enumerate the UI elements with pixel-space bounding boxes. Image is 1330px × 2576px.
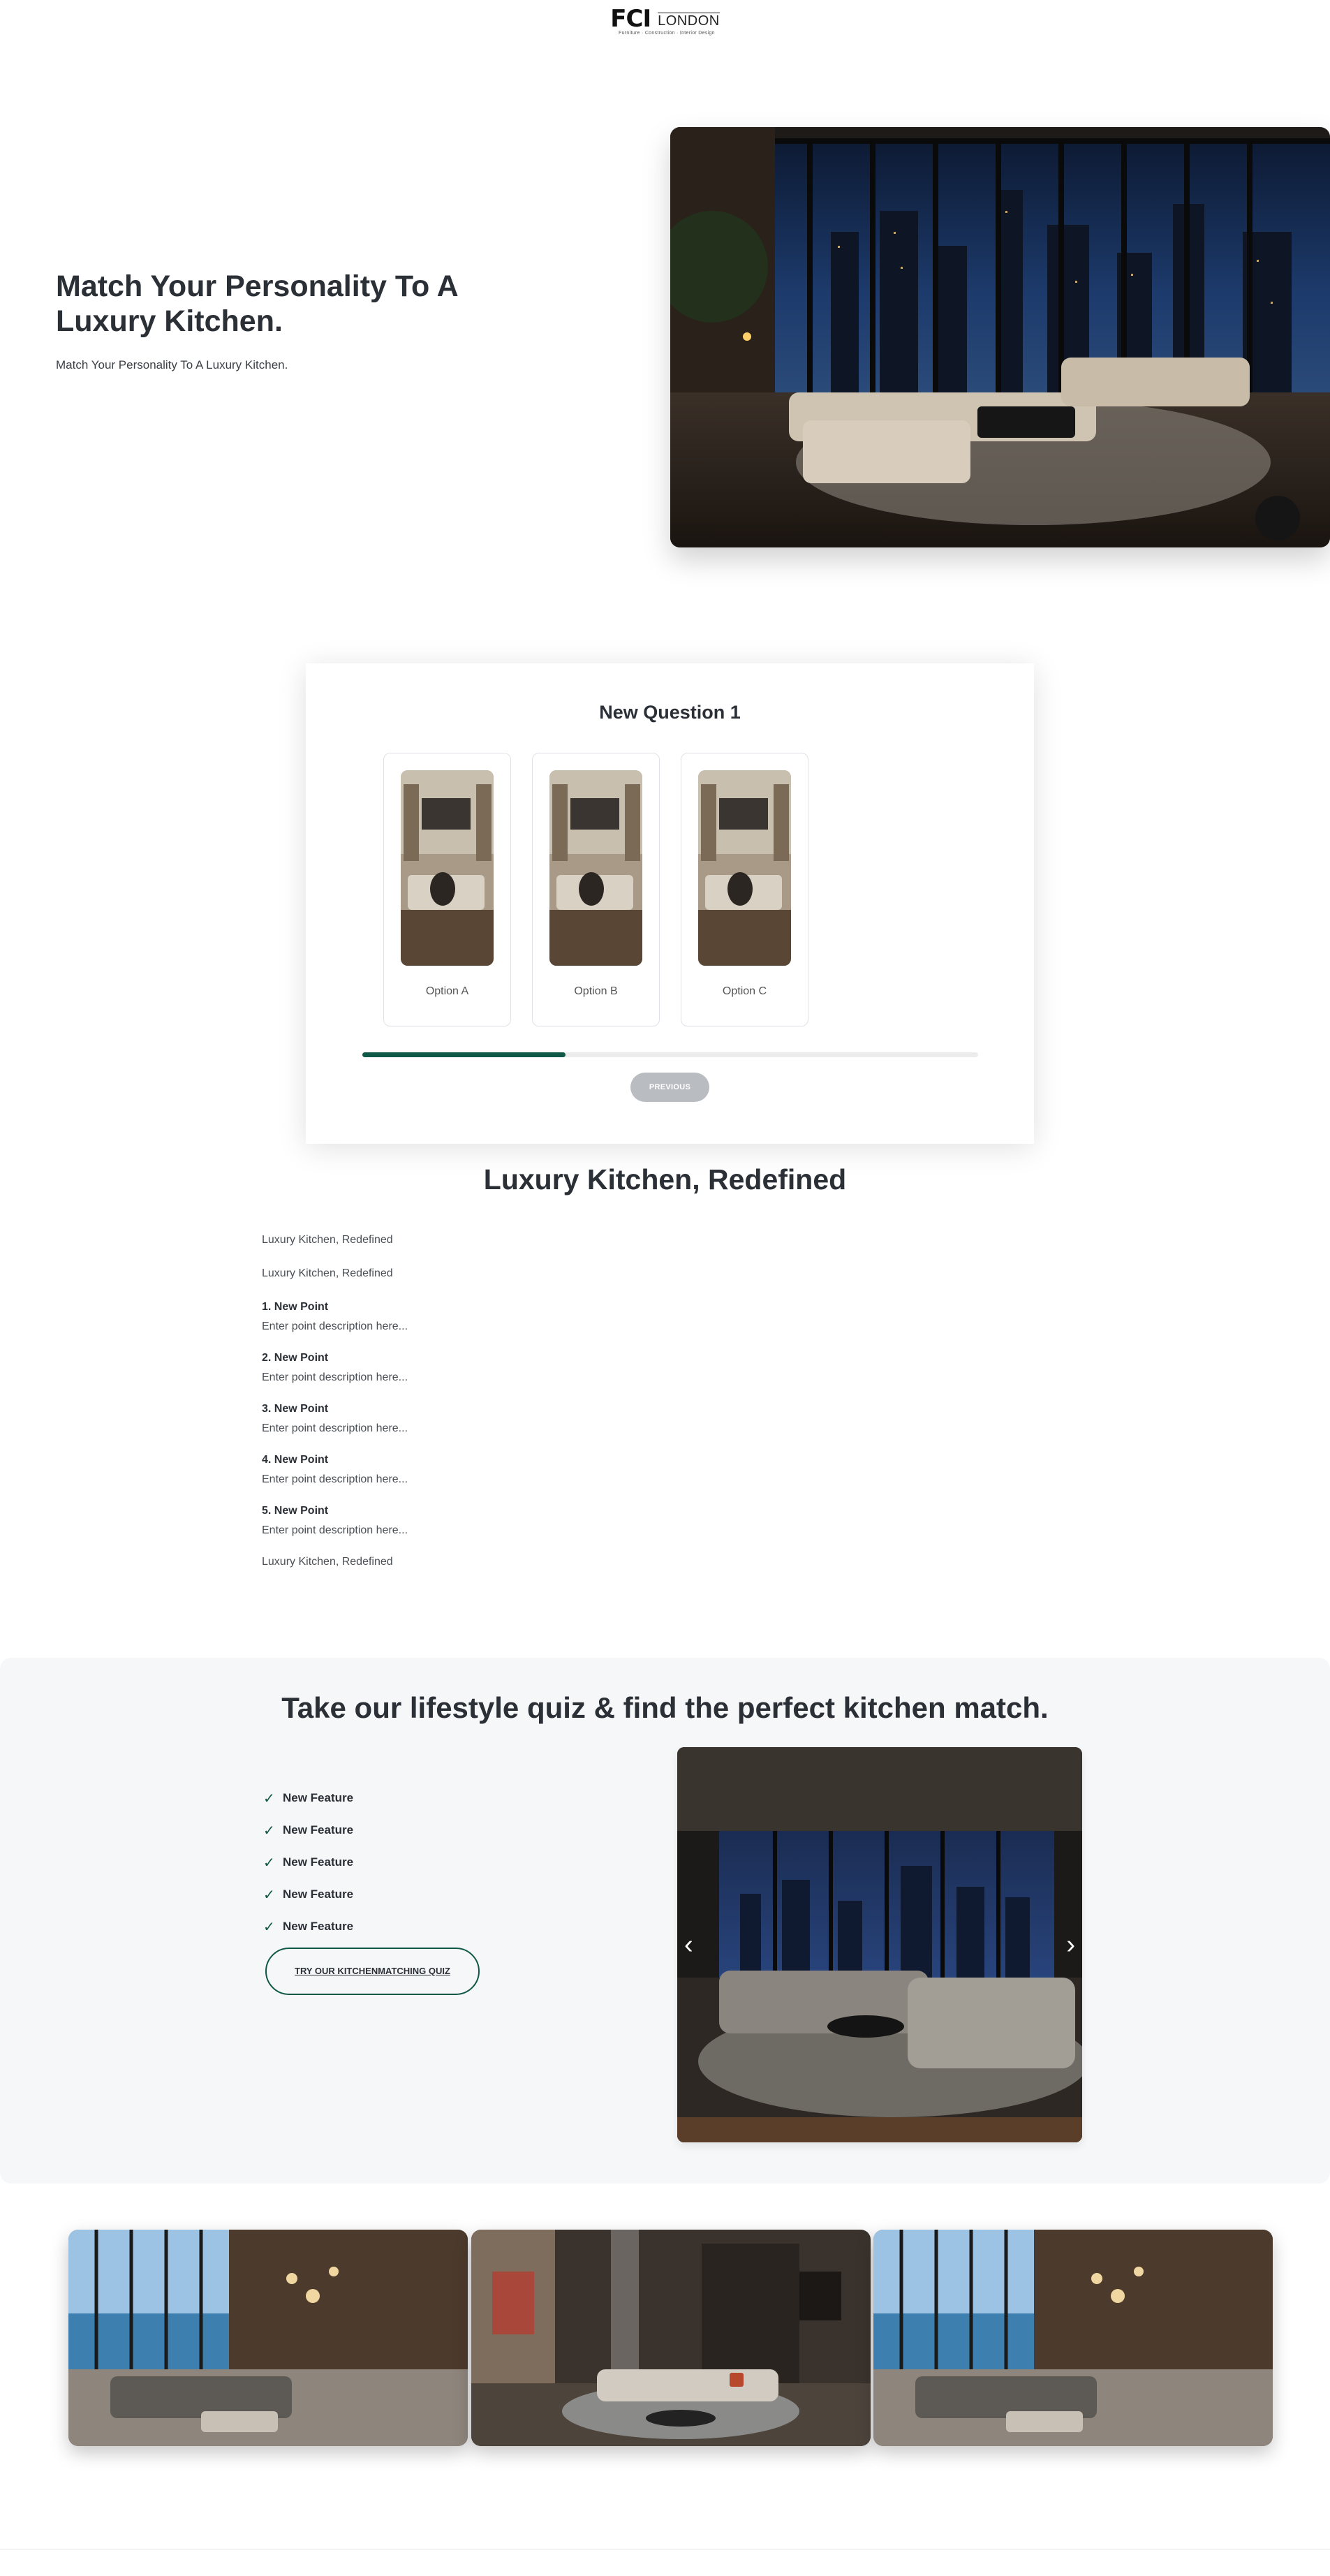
point-item: 1. New Point Enter point description her… [262,1301,890,1333]
point-item: 5. New Point Enter point description her… [262,1505,890,1537]
point-description: Enter point description here... [262,1371,408,1383]
logo-city: LONDON [658,13,720,29]
redefined-body: Luxury Kitchen, Redefined Luxury Kitchen… [262,1234,890,1589]
lifestyle-section: Take our lifestyle quiz & find the perfe… [0,1658,1330,2184]
redefined-outro: Luxury Kitchen, Redefined [262,1556,393,1568]
point-item: 4. New Point Enter point description her… [262,1454,890,1486]
check-icon: ✓ [263,1855,275,1871]
carousel-next-icon[interactable]: › [1066,1931,1075,1958]
quiz-question-title: New Question 1 [599,702,741,723]
hero-image [670,127,1330,547]
option-a-label: Option A [425,985,469,997]
feature-label: New Feature [283,1920,354,1933]
redefined-intro-2: Luxury Kitchen, Redefined [262,1267,393,1279]
logo[interactable]: FCI LONDON [610,5,720,33]
gallery-image-2[interactable] [471,2230,871,2446]
feature-label: New Feature [283,1887,354,1901]
option-a-image [401,770,494,966]
feature-list: ✓ New Feature ✓ New Feature ✓ New Feature ✓… [263,1782,353,1943]
feature-label: New Feature [283,1823,354,1837]
quiz-option-c[interactable]: Option C [681,753,808,1026]
logo-tagline: Furniture · Construction · Interior Desi… [619,31,715,36]
quiz-progress-bar [362,1052,978,1057]
option-b-image [549,770,642,966]
point-title: 4. New Point [262,1454,329,1466]
previous-button[interactable]: PREVIOUS [630,1073,709,1102]
redefined-intro-1: Luxury Kitchen, Redefined [262,1234,393,1246]
image-carousel: ‹ › [677,1747,1082,2142]
logo-mark: FCI [610,5,651,33]
point-item: 3. New Point Enter point description her… [262,1403,890,1435]
carousel-prev-icon[interactable]: ‹ [684,1931,693,1958]
redefined-title: Luxury Kitchen, Redefined [483,1163,847,1195]
feature-item: ✓ New Feature [263,1911,353,1943]
check-icon: ✓ [263,1790,275,1806]
point-title: 1. New Point [262,1301,329,1313]
option-c-image [698,770,791,966]
point-description: Enter point description here... [262,1422,408,1434]
quiz-option-a[interactable]: Option A [383,753,511,1026]
feature-item: ✓ New Feature [263,1814,353,1846]
point-description: Enter point description here... [262,1473,408,1485]
feature-item: ✓ New Feature [263,1846,353,1878]
point-description: Enter point description here... [262,1524,408,1536]
quiz-progress-fill [362,1052,566,1057]
hero-title: Match Your Personality To A Luxury Kitch… [56,270,458,338]
hero-living-room-image [670,127,1330,547]
check-icon: ✓ [263,1887,275,1903]
option-b-label: Option B [574,985,618,997]
feature-item: ✓ New Feature [263,1878,353,1911]
carousel-slide-image [677,1747,1082,2142]
feature-label: New Feature [283,1855,354,1869]
image-gallery [68,2230,1273,2446]
take-quiz-button[interactable]: TRY OUR KITCHENMATCHING QUIZ [265,1948,480,1995]
hero-section: Match Your Personality To A Luxury Kitch… [0,49,1330,635]
point-title: 2. New Point [262,1352,329,1364]
lifestyle-title: Take our lifestyle quiz & find the perfe… [281,1691,1049,1724]
option-c-label: Option C [722,985,767,997]
check-icon: ✓ [263,1919,275,1935]
point-description: Enter point description here... [262,1320,408,1332]
feature-item: ✓ New Feature [263,1782,353,1814]
point-title: 5. New Point [262,1505,329,1517]
point-item: 2. New Point Enter point description her… [262,1352,890,1384]
hero-subtitle: Match Your Personality To A Luxury Kitch… [56,358,288,371]
quiz-card: New Question 1 Option A Option B Option … [306,663,1034,1144]
quiz-option-b[interactable]: Option B [532,753,660,1026]
site-header: FCI LONDON [0,0,1330,49]
feature-label: New Feature [283,1791,354,1804]
point-title: 3. New Point [262,1403,329,1415]
check-icon: ✓ [263,1823,275,1839]
gallery-image-3[interactable] [873,2230,1273,2446]
gallery-image-1[interactable] [68,2230,468,2446]
